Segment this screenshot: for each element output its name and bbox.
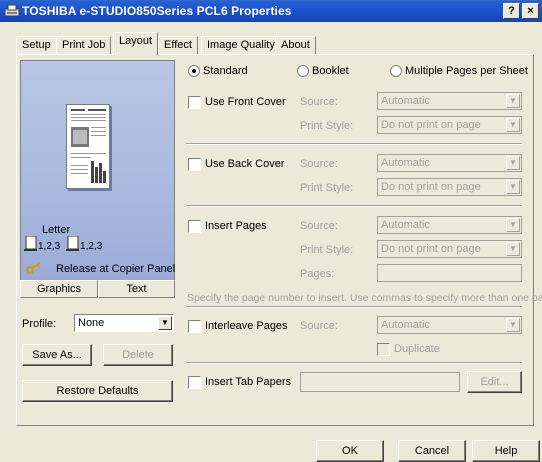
copy-order-1: 1,2,3 bbox=[38, 241, 61, 252]
interleave-source-select[interactable]: Automatic ▼ bbox=[377, 316, 522, 334]
divider bbox=[186, 205, 522, 207]
chevron-down-icon[interactable]: ▼ bbox=[158, 316, 172, 330]
back-cover-label: Use Back Cover bbox=[205, 158, 285, 170]
help-button[interactable]: Help bbox=[472, 440, 540, 462]
save-as-button[interactable]: Save As... bbox=[22, 344, 92, 366]
tab-setup[interactable]: Setup bbox=[16, 36, 57, 54]
tab-text[interactable]: Text bbox=[98, 280, 175, 298]
divider bbox=[186, 143, 522, 145]
insert-style-label: Print Style: bbox=[300, 244, 354, 256]
multiple-pages-label: Multiple Pages per Sheet bbox=[405, 65, 528, 77]
profile-select[interactable]: None ▼ bbox=[74, 314, 174, 332]
insert-source-label: Source: bbox=[300, 220, 338, 232]
chevron-down-icon[interactable]: ▼ bbox=[506, 242, 520, 256]
tab-print-job[interactable]: Print Job bbox=[56, 36, 112, 54]
delete-button[interactable]: Delete bbox=[103, 344, 173, 366]
use-back-cover-checkbox[interactable] bbox=[188, 158, 201, 171]
tab-papers-label: Insert Tab Papers bbox=[205, 376, 292, 388]
front-cover-label: Use Front Cover bbox=[205, 96, 286, 108]
copy-order-2: 1,2,3 bbox=[80, 241, 103, 252]
front-style-select[interactable]: Do not print on page ▼ bbox=[377, 116, 522, 134]
paper-size-label: Letter bbox=[42, 224, 71, 236]
divider bbox=[186, 362, 522, 364]
chevron-down-icon[interactable]: ▼ bbox=[506, 180, 520, 194]
cancel-button[interactable]: Cancel bbox=[398, 440, 466, 462]
tab-layout[interactable]: Layout bbox=[113, 32, 159, 55]
insert-pages-checkbox[interactable] bbox=[188, 220, 201, 233]
tab-about[interactable]: About bbox=[275, 36, 316, 54]
page-stack-icon bbox=[66, 235, 80, 251]
profile-label: Profile: bbox=[22, 318, 57, 330]
insert-tab-papers-checkbox[interactable] bbox=[188, 376, 201, 389]
booklet-label: Booklet bbox=[312, 65, 349, 77]
help-title-button[interactable]: ? bbox=[503, 3, 520, 19]
chevron-down-icon[interactable]: ▼ bbox=[506, 118, 520, 132]
tab-graphics[interactable]: Graphics bbox=[20, 280, 98, 298]
back-source-select[interactable]: Automatic ▼ bbox=[377, 154, 522, 172]
release-mode-label: Release at Copier Panel bbox=[56, 263, 176, 275]
insert-style-select[interactable]: Do not print on page ▼ bbox=[377, 240, 522, 258]
chevron-down-icon[interactable]: ▼ bbox=[506, 318, 520, 332]
duplicate-label: Duplicate bbox=[394, 343, 440, 355]
insert-pages-label: Insert Pages bbox=[205, 220, 267, 232]
key-icon bbox=[26, 262, 41, 274]
insert-pages-hint: Specify the page number to insert. Use c… bbox=[187, 292, 542, 304]
back-style-label: Print Style: bbox=[300, 182, 354, 194]
back-source-label: Source: bbox=[300, 158, 338, 170]
copy-order-display: 1,2,3 1,2,3 bbox=[24, 235, 103, 252]
duplicate-checkbox[interactable] bbox=[377, 343, 390, 356]
tab-papers-field[interactable] bbox=[300, 372, 460, 392]
tab-image-quality[interactable]: Image Quality bbox=[201, 36, 281, 54]
window-title: TOSHIBA e-STUDIO850Series PCL6 Propertie… bbox=[22, 4, 292, 18]
chevron-down-icon[interactable]: ▼ bbox=[506, 218, 520, 232]
back-style-select[interactable]: Do not print on page ▼ bbox=[377, 178, 522, 196]
front-source-select[interactable]: Automatic ▼ bbox=[377, 92, 522, 110]
chevron-down-icon[interactable]: ▼ bbox=[506, 94, 520, 108]
front-style-label: Print Style: bbox=[300, 120, 354, 132]
insert-source-select[interactable]: Automatic ▼ bbox=[377, 216, 522, 234]
ok-button[interactable]: OK bbox=[316, 440, 384, 462]
chevron-down-icon[interactable]: ▼ bbox=[506, 156, 520, 170]
printer-icon bbox=[4, 4, 20, 17]
pages-input[interactable] bbox=[377, 264, 522, 282]
radio-booklet[interactable] bbox=[297, 65, 309, 77]
restore-defaults-button[interactable]: Restore Defaults bbox=[22, 380, 173, 402]
close-title-button[interactable]: × bbox=[522, 3, 539, 19]
tab-effect[interactable]: Effect bbox=[158, 36, 198, 54]
standard-label: Standard bbox=[203, 65, 248, 77]
page-preview-thumbnail bbox=[66, 104, 110, 189]
use-front-cover-checkbox[interactable] bbox=[188, 96, 201, 109]
interleave-source-label: Source: bbox=[300, 320, 338, 332]
interleave-pages-checkbox[interactable] bbox=[188, 320, 201, 333]
radio-multiple-pages[interactable] bbox=[390, 65, 402, 77]
profile-value: None bbox=[78, 317, 105, 329]
title-bar: TOSHIBA e-STUDIO850Series PCL6 Propertie… bbox=[0, 0, 542, 22]
front-source-label: Source: bbox=[300, 96, 338, 108]
pages-label: Pages: bbox=[300, 268, 335, 280]
document-preview-icon bbox=[71, 109, 106, 183]
interleave-label: Interleave Pages bbox=[205, 320, 288, 332]
divider bbox=[186, 306, 522, 308]
page-stack-icon bbox=[24, 235, 37, 251]
edit-button[interactable]: Edit... bbox=[467, 371, 522, 393]
radio-standard[interactable] bbox=[188, 65, 200, 77]
